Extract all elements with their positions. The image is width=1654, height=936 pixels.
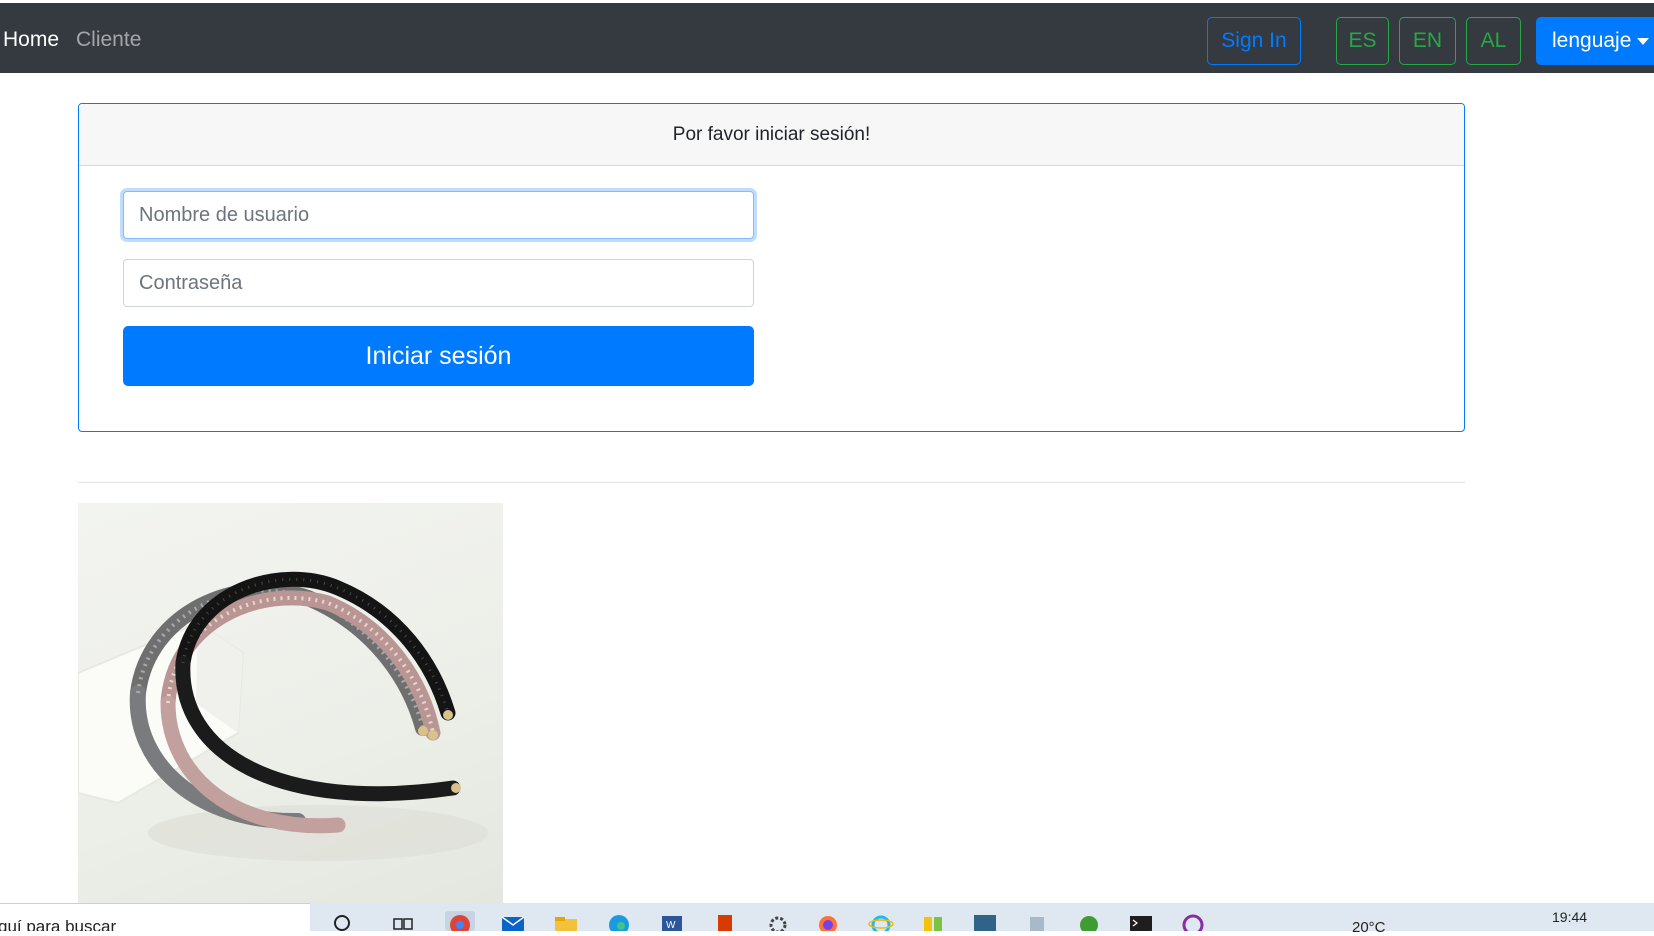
username-placeholder: Nombre de usuario [139,203,310,226]
internet-explorer-icon[interactable] [868,911,894,931]
taskbar: quí para buscar W 20°C 19:44 [0,903,1654,936]
mysql-icon[interactable] [972,911,998,931]
search-icon[interactable] [330,911,356,931]
taskbar-search-box[interactable]: quí para buscar [0,903,310,931]
settings-icon[interactable] [765,911,791,931]
file-explorer-icon[interactable] [553,911,579,931]
taskbar-search-text: quí para buscar [0,917,117,931]
firefox-icon[interactable] [815,911,841,931]
weather-text[interactable]: 20°C [1352,919,1386,936]
edge-icon[interactable] [606,911,632,931]
app-icon[interactable] [1024,911,1050,931]
navbar: Home Cliente Sign In ES EN AL lenguaje [0,3,1654,73]
chrome-icon[interactable] [447,911,473,931]
login-card-header: Por favor iniciar sesión! [79,104,1464,166]
product-image [78,503,503,903]
language-dropdown-label: lenguaje [1552,29,1632,52]
task-view-icon[interactable] [390,911,416,931]
password-input[interactable]: Contraseña [123,259,754,307]
login-card: Por favor iniciar sesión! Nombre de usua… [78,103,1465,432]
terminal-icon[interactable] [1128,911,1154,931]
nav-home-link[interactable]: Home [3,27,59,53]
app-icon[interactable] [920,911,946,931]
app-icon[interactable] [1076,911,1102,931]
nav-cliente-link[interactable]: Cliente [76,27,141,53]
password-placeholder: Contraseña [139,271,243,294]
caret-down-icon [1637,37,1650,45]
language-en-button[interactable]: EN [1399,17,1456,65]
sign-in-button[interactable]: Sign In [1207,17,1301,65]
mail-icon[interactable] [500,911,526,931]
headband-illustration [78,571,488,861]
login-submit-button[interactable]: Iniciar sesión [123,326,754,386]
word-icon[interactable]: W [659,911,685,931]
office-icon[interactable] [712,911,738,931]
language-es-button[interactable]: ES [1336,17,1389,65]
svg-text:W: W [666,920,676,931]
app-icon[interactable] [1180,911,1206,931]
divider [78,482,1465,483]
username-input[interactable]: Nombre de usuario [123,191,754,239]
language-dropdown-button[interactable]: lenguaje [1536,17,1654,65]
language-al-button[interactable]: AL [1466,17,1521,65]
clock-time[interactable]: 19:44 [1552,909,1587,925]
